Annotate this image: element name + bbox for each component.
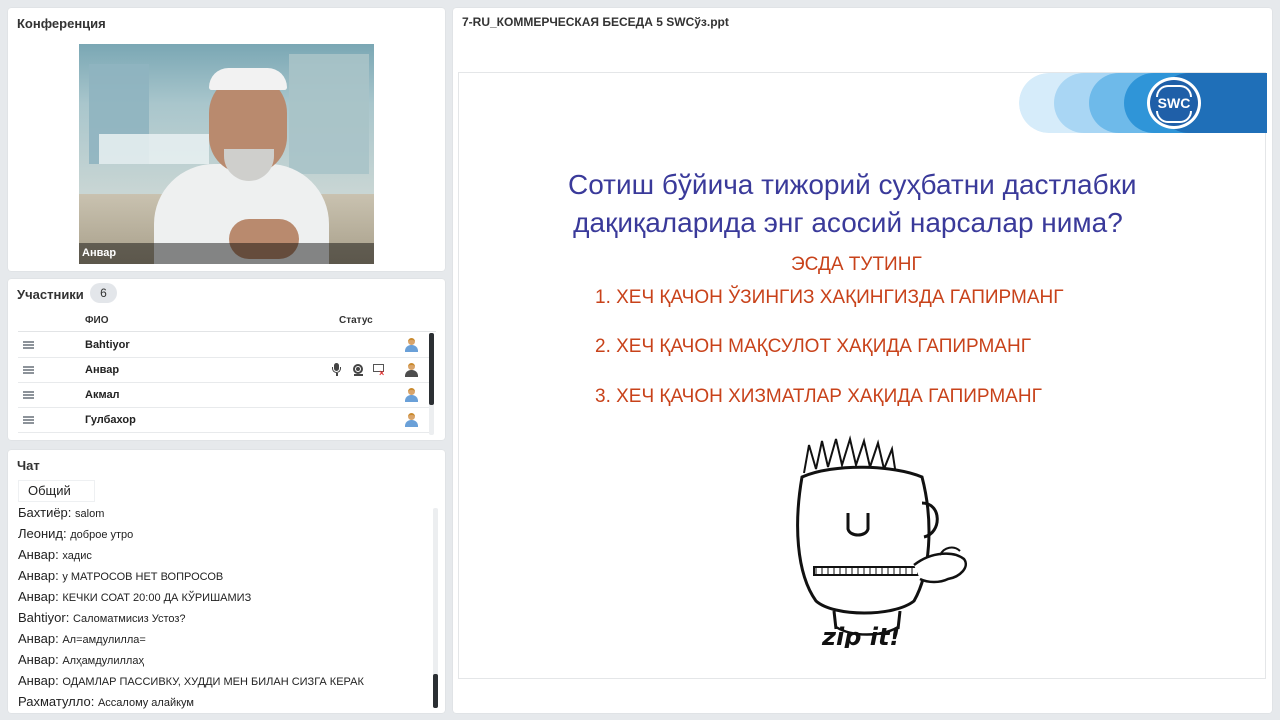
conference-title: Конференция: [17, 16, 106, 31]
video-feed[interactable]: Анвар: [79, 44, 374, 264]
drag-handle-icon[interactable]: [23, 391, 34, 399]
cartoon-caption: zip it!: [821, 623, 900, 648]
chat-message: Анвар: хадис: [18, 547, 92, 562]
chat-scrollbar[interactable]: [433, 508, 438, 708]
chat-message: Анвар: ОДАМЛАР ПАССИВКУ, ХУДДИ МЕН БИЛАН…: [18, 673, 364, 688]
slide-question-line-2: дақиқаларида энг асосий нарсалар нима?: [573, 207, 1123, 238]
chat-text: у МАТРОСОВ НЕТ ВОПРОСОВ: [62, 571, 224, 583]
screen-share-off-icon[interactable]: ×: [373, 363, 385, 378]
chat-messages: Бахтиёр: salom Леонид: доброе утро Анвар…: [8, 504, 445, 713]
chat-author: Анвар:: [18, 589, 59, 604]
user-icon: [405, 413, 418, 427]
participant-name: Анвар: [85, 364, 120, 376]
chat-author: Анвар:: [18, 547, 59, 562]
participants-scrollbar[interactable]: [429, 333, 434, 435]
user-icon: [405, 363, 418, 377]
zip-it-cartoon: zip it!: [796, 435, 967, 648]
chat-author: Анвар:: [18, 568, 59, 583]
chat-panel: Чат Общий Бахтиёр: salom Леонид: доброе …: [8, 450, 445, 713]
participants-title: Участники: [17, 287, 84, 302]
chat-text: доброе утро: [70, 529, 134, 541]
chat-text: Ал=амдулилла=: [62, 634, 146, 646]
participants-count-badge: 6: [90, 283, 117, 303]
chat-text: КЕЧКИ СОАТ 20:00 ДА КЎРИШАМИЗ: [62, 592, 252, 604]
drag-handle-icon[interactable]: [23, 416, 34, 424]
participants-panel: Участники 6 ФИО Статус Bahtiyor Анвар × …: [8, 279, 445, 440]
chat-tab-general[interactable]: Общий: [18, 480, 95, 502]
chat-message: Анвар: Алҳамдулиллаҳ: [18, 652, 144, 667]
webcam-icon[interactable]: [352, 363, 364, 377]
user-icon: [405, 388, 418, 402]
presentation-slide: SWC Сотиш бўйича тижорий суҳбатни дастла…: [458, 72, 1267, 679]
chat-message: Bahtiyor: Саломатмисиз Устоз?: [18, 610, 186, 625]
swc-header-strip: [1019, 73, 1267, 133]
chat-author: Бахтиёр:: [18, 505, 72, 520]
slide-rule-1: 1. ХЕЧ ҚАЧОН ЎЗИНГИЗ ХАҚИНГИЗДА ГАПИРМАН…: [595, 287, 1064, 308]
drag-handle-icon[interactable]: [23, 341, 34, 349]
drag-handle-icon[interactable]: [23, 366, 34, 374]
swc-logo-icon: SWC: [1147, 77, 1201, 129]
chat-text: ОДАМЛАР ПАССИВКУ, ХУДДИ МЕН БИЛАН СИЗГА …: [62, 676, 364, 688]
column-header-name[interactable]: ФИО: [85, 315, 109, 326]
chat-author: Bahtiyor:: [18, 610, 70, 625]
presentation-panel: 7-RU_КОММЕРЧЕСКАЯ БЕСЕДА 5 SWCўз.ppt SWC…: [453, 8, 1272, 713]
chat-message: Рахматулло: Ассалому алайкум: [18, 694, 194, 709]
participant-row[interactable]: Гулбахор: [18, 408, 433, 433]
chat-author: Анвар:: [18, 673, 59, 688]
chat-message: Анвар: у МАТРОСОВ НЕТ ВОПРОСОВ: [18, 568, 223, 583]
user-icon: [405, 338, 418, 352]
slide-rule-3: 3. ХЕЧ ҚАЧОН ХИЗМАТЛАР ХАҚИДА ГАПИРМАНГ: [595, 386, 1042, 407]
slide-remember-label: ЭСДА ТУТИНГ: [791, 254, 922, 275]
column-header-status[interactable]: Статус: [339, 315, 373, 326]
swc-logo-text: SWC: [1157, 95, 1191, 111]
chat-message: Леонид: доброе утро: [18, 526, 133, 541]
slide-question-line-1: Сотиш бўйича тижорий суҳбатни дастлабки: [568, 169, 1137, 200]
participant-row[interactable]: Акмал: [18, 383, 433, 408]
microphone-icon[interactable]: [331, 363, 343, 377]
chat-message: Анвар: КЕЧКИ СОАТ 20:00 ДА КЎРИШАМИЗ: [18, 589, 251, 604]
participant-row[interactable]: Анвар ×: [18, 358, 433, 383]
conference-panel: Конференция Анвар: [8, 8, 445, 271]
chat-author: Леонид:: [18, 526, 67, 541]
chat-message: Бахтиёр: salom: [18, 505, 104, 520]
chat-message: Анвар: Ал=амдулилла=: [18, 631, 146, 646]
chat-text: хадис: [62, 550, 92, 562]
chat-text: Саломатмисиз Устоз?: [72, 613, 186, 625]
chat-author: Анвар:: [18, 652, 59, 667]
slide-rule-2: 2. ХЕЧ ҚАЧОН МАҚСУЛОТ ХАҚИДА ГАПИРМАНГ: [595, 336, 1031, 357]
chat-text: Ассалому алайкум: [97, 697, 194, 709]
chat-scrollbar-thumb[interactable]: [433, 674, 438, 708]
participant-row[interactable]: Bahtiyor: [18, 333, 433, 358]
participants-scrollbar-thumb[interactable]: [429, 333, 434, 405]
presentation-file-title: 7-RU_КОММЕРЧЕСКАЯ БЕСЕДА 5 SWCўз.ppt: [462, 15, 729, 29]
chat-text: Алҳамдулиллаҳ: [62, 655, 144, 667]
chat-title: Чат: [17, 458, 40, 473]
chat-text: salom: [75, 508, 105, 520]
participant-name: Bahtiyor: [85, 339, 130, 351]
video-name-label: Анвар: [79, 243, 374, 264]
chat-author: Анвар:: [18, 631, 59, 646]
participant-name: Акмал: [85, 389, 120, 401]
chat-author: Рахматулло:: [18, 694, 95, 709]
participant-name: Гулбахор: [85, 414, 136, 426]
